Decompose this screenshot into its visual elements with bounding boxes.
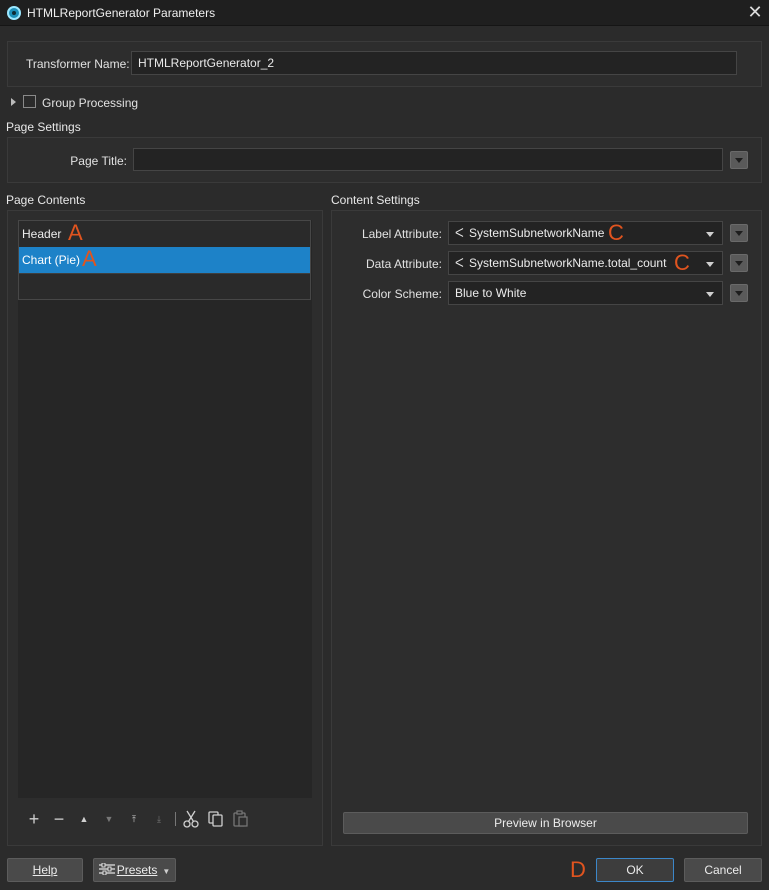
chevron-down-icon — [706, 262, 714, 267]
help-label: Help — [32, 863, 58, 877]
app-icon — [7, 6, 21, 20]
copy-icon[interactable] — [207, 810, 225, 828]
label-attribute-menu-button[interactable] — [730, 224, 748, 242]
annotation-marker-a: A — [68, 220, 83, 245]
preview-in-browser-button[interactable]: Preview in Browser — [343, 812, 748, 834]
attribute-icon: ᐸ — [455, 256, 464, 270]
toolbar-separator — [175, 812, 176, 826]
annotation-marker-a: A — [82, 246, 97, 271]
chevron-down-icon: ▼ — [162, 867, 171, 876]
data-attribute-menu-button[interactable] — [730, 254, 748, 272]
page-title-label: Page Title: — [70, 154, 127, 168]
page-title-input[interactable] — [133, 148, 723, 171]
annotation-marker-d: D — [570, 857, 586, 882]
list-item-chart-pie[interactable]: Chart (Pie) — [19, 247, 310, 273]
window-title: HTMLReportGenerator Parameters — [27, 6, 216, 20]
transformer-name-label: Transformer Name: — [26, 57, 130, 71]
list-divider — [19, 273, 310, 274]
cut-icon[interactable] — [182, 810, 200, 828]
color-scheme-menu-button[interactable] — [730, 284, 748, 302]
attribute-icon: ᐸ — [455, 226, 464, 240]
content-settings-title: Content Settings — [331, 193, 420, 207]
expand-arrow-icon[interactable] — [11, 98, 16, 106]
page-contents-pane — [18, 220, 312, 798]
transformer-name-input[interactable]: HTMLReportGenerator_2 — [131, 51, 737, 75]
move-top-icon[interactable]: ⤒ — [126, 811, 142, 827]
color-scheme-label: Color Scheme: — [362, 287, 442, 301]
presets-button[interactable]: Presets ▼ — [93, 858, 176, 882]
move-down-icon[interactable]: ▼ — [101, 811, 117, 827]
list-item-header[interactable]: Header — [19, 221, 310, 247]
annotation-marker-c: C — [608, 220, 624, 245]
help-button[interactable]: Help — [7, 858, 83, 882]
list-item-label: Header — [22, 227, 62, 241]
color-scheme-value: Blue to White — [455, 286, 527, 300]
chevron-down-icon — [706, 232, 714, 237]
group-processing-label: Group Processing — [42, 96, 139, 110]
label-attribute-label: Label Attribute: — [361, 227, 442, 241]
remove-icon[interactable]: − — [51, 810, 67, 828]
paste-icon[interactable] — [232, 810, 250, 828]
presets-label: Presets — [116, 863, 158, 877]
color-scheme-select[interactable]: Blue to White — [448, 281, 723, 305]
data-attribute-label: Data Attribute: — [365, 257, 442, 271]
data-attribute-value: SystemSubnetworkName.total_count — [469, 256, 667, 270]
add-icon[interactable]: + — [26, 810, 42, 828]
move-bottom-icon[interactable]: ⤓ — [151, 811, 167, 827]
page-settings-title: Page Settings — [6, 120, 81, 134]
ok-button[interactable]: OK — [596, 858, 674, 882]
content-settings-group — [331, 210, 762, 846]
list-item-label: Chart (Pie) — [22, 253, 81, 267]
label-attribute-select[interactable]: ᐸ SystemSubnetworkName — [448, 221, 723, 245]
page-contents-title: Page Contents — [6, 193, 86, 207]
cancel-button[interactable]: Cancel — [684, 858, 762, 882]
group-processing-checkbox[interactable] — [23, 95, 36, 108]
chevron-down-icon — [706, 292, 714, 297]
close-icon[interactable]: ✕ — [747, 3, 763, 21]
label-attribute-value: SystemSubnetworkName — [469, 226, 605, 240]
presets-icon — [98, 860, 115, 882]
annotation-marker-c: C — [674, 250, 690, 275]
move-up-icon[interactable]: ▲ — [76, 811, 92, 827]
page-title-menu-button[interactable] — [730, 151, 748, 169]
